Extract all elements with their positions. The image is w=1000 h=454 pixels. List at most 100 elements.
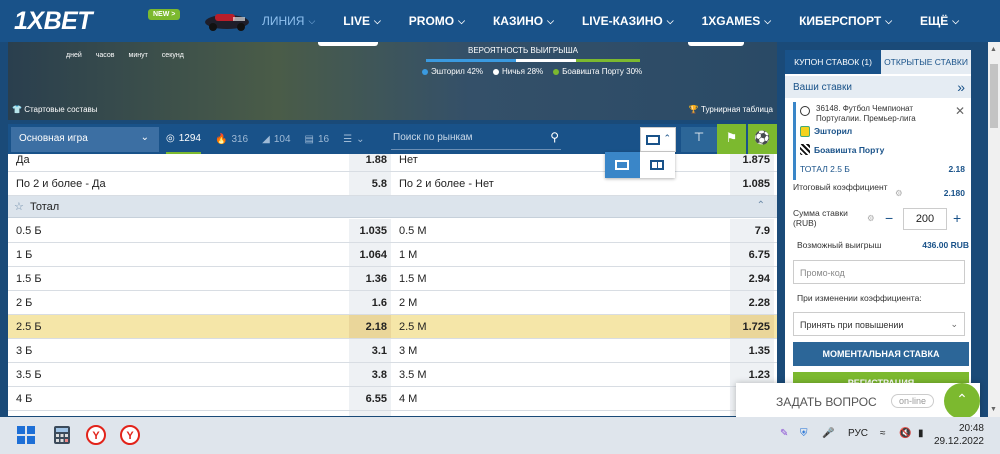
triangle-icon: ◢: [262, 133, 270, 145]
double-chevron-right-icon[interactable]: »: [957, 79, 965, 95]
nav-promo[interactable]: PROMO ⌵: [409, 14, 465, 28]
yandex-browser-icon[interactable]: Y: [120, 425, 140, 445]
collapse-all-button[interactable]: ⊤: [681, 127, 717, 152]
field-view-button[interactable]: ⚑: [717, 124, 746, 154]
legend-away: Боавишта Порту 30%: [553, 67, 642, 76]
plus-icon[interactable]: +: [953, 210, 967, 226]
nav-live-casino[interactable]: LIVE-КАЗИНО ⌵: [582, 14, 674, 28]
lineups-link[interactable]: 👕 Стартовые составы: [12, 105, 98, 114]
your-bets-header[interactable]: Ваши ставки »: [785, 76, 971, 98]
new-badge[interactable]: NEW >: [148, 9, 181, 20]
scroll-up-icon[interactable]: ▲: [990, 46, 997, 53]
market-group-header[interactable]: ☆ Тотал ⌃: [8, 196, 777, 218]
game-type-dropdown[interactable]: Основная игра ⌄: [11, 127, 159, 152]
tab-open-bets[interactable]: ОТКРЫТЫЕ СТАВКИ: [881, 50, 971, 74]
chevron-down-icon: ⌄: [140, 132, 149, 143]
odd-right[interactable]: 1.875: [730, 154, 774, 171]
chevron-up-icon[interactable]: ⌃: [757, 200, 765, 211]
outcome-name-right: 2.5 М: [399, 321, 427, 333]
outcome-name-left: По 2 и более - Да: [16, 178, 106, 190]
odd-right[interactable]: 1.085: [730, 172, 774, 195]
gear-icon[interactable]: ⚙: [895, 188, 915, 199]
list-icon: ☰: [343, 133, 353, 145]
minus-icon[interactable]: −: [885, 210, 899, 226]
odd-right[interactable]: 1.725: [730, 315, 774, 338]
nav-1xgames[interactable]: 1XGAMES ⌵: [702, 14, 772, 28]
odd-left[interactable]: 5.8: [349, 172, 391, 195]
outcome-name-left: 3.5 Б: [16, 369, 42, 381]
odd-right[interactable]: 1.35: [730, 339, 774, 362]
calculator-icon[interactable]: [52, 425, 72, 445]
counter-triangle[interactable]: ◢ 104: [262, 124, 290, 154]
odd-left[interactable]: 1.36: [349, 267, 391, 290]
odd-left[interactable]: 2.18: [349, 315, 391, 338]
match-info: 36148. Футбол Чемпионат Португалии. Прем…: [816, 104, 916, 123]
win-probability-bar: [426, 59, 640, 62]
trophy-icon: 🏆: [688, 105, 699, 114]
odd-left[interactable]: 1.88: [349, 154, 391, 171]
single-column-option[interactable]: [605, 152, 640, 178]
market-search-input[interactable]: Поиск по рынкам ⚲: [391, 128, 561, 150]
banner-links: 👕 Стартовые составы 🏆 Турнирная таблица: [8, 100, 777, 120]
wifi-icon[interactable]: ≈: [880, 428, 886, 439]
chevron-up-icon[interactable]: ⌃: [944, 383, 980, 419]
language-indicator[interactable]: РУС: [848, 428, 868, 439]
counter-list[interactable]: ☰ ⌄: [343, 124, 364, 154]
promo-code-input[interactable]: Промо-код: [793, 260, 965, 284]
probability-segment: [575, 59, 640, 62]
odd-left[interactable]: 1.035: [349, 219, 391, 242]
odd-left[interactable]: 7.2: [349, 411, 391, 416]
nav-casino[interactable]: КАЗИНО ⌵: [493, 14, 554, 28]
odd-left[interactable]: 3.8: [349, 363, 391, 386]
counter-popular[interactable]: 🔥 316: [215, 124, 248, 154]
star-icon[interactable]: ☆: [14, 200, 24, 213]
banner-tab-button[interactable]: [318, 42, 378, 46]
shield-icon[interactable]: ⛨: [800, 428, 808, 439]
nav-more[interactable]: ЕЩЁ ⌵: [920, 14, 959, 28]
market-row: 4.5 Б7.24.5 М: [8, 411, 777, 416]
odd-right[interactable]: 6.75: [730, 243, 774, 266]
ask-question-widget[interactable]: ЗАДАТЬ ВОПРОС on-line ⌃: [736, 383, 980, 419]
odd-left[interactable]: 6.55: [349, 387, 391, 410]
nav-line[interactable]: ЛИНИЯ ⌵: [262, 14, 315, 28]
counter-all[interactable]: ◎ 1294: [166, 124, 201, 154]
stake-input[interactable]: 200: [903, 208, 947, 230]
odd-left[interactable]: 1.064: [349, 243, 391, 266]
quick-bet-button[interactable]: МОМЕНТАЛЬНАЯ СТАВКА: [793, 342, 969, 366]
total-coef-label: Итоговый коэффициент: [793, 182, 888, 192]
yandex-browser-icon[interactable]: Y: [86, 425, 106, 445]
battery-icon[interactable]: ▮: [918, 428, 924, 439]
market-row: 0.5 Б 1.035 0.5 М 7.9: [8, 219, 777, 243]
odd-right[interactable]: 7.9: [730, 219, 774, 242]
possible-win-row: Возможный выигрыш 436.00 RUB: [797, 240, 969, 250]
brand-logo[interactable]: 1XBET: [14, 7, 93, 36]
live-tracker-button[interactable]: ⚽: [748, 124, 777, 154]
nav-live[interactable]: LIVE ⌵: [343, 14, 381, 28]
odd-left[interactable]: 3.1: [349, 339, 391, 362]
odds-change-select[interactable]: Принять при повышении ⌄: [793, 312, 965, 336]
team1-name: Эшторил: [814, 126, 853, 136]
microphone-icon[interactable]: 🎤: [822, 428, 834, 439]
pen-icon[interactable]: ✎: [780, 428, 788, 439]
odd-left[interactable]: 1.6: [349, 291, 391, 314]
outcome-name-left: 2 Б: [16, 297, 33, 309]
nav-esports[interactable]: КИБЕРСПОРТ ⌵: [799, 14, 892, 28]
banner-tab-button[interactable]: [688, 42, 744, 46]
standings-link[interactable]: 🏆 Турнирная таблица: [689, 105, 773, 114]
scroll-down-icon[interactable]: ▼: [990, 406, 997, 413]
odd-right[interactable]: 2.28: [730, 291, 774, 314]
scrollbar-thumb[interactable]: [990, 64, 998, 128]
tab-coupon[interactable]: КУПОН СТАВОК (1): [785, 50, 881, 74]
speaker-muted-icon[interactable]: 🔇: [899, 428, 911, 439]
gear-icon[interactable]: ⚙: [867, 213, 881, 224]
close-icon[interactable]: ✕: [955, 104, 965, 118]
probability-segment: [515, 59, 576, 62]
counter-bars[interactable]: ▤ 16: [305, 124, 330, 154]
page-scrollbar[interactable]: ▲ ▼: [988, 42, 1000, 417]
windows-start-icon[interactable]: [16, 425, 36, 445]
team2-crest-icon: [800, 144, 810, 155]
system-clock[interactable]: 20:48 29.12.2022: [934, 422, 984, 448]
odd-right[interactable]: 2.94: [730, 267, 774, 290]
race-car-icon[interactable]: [203, 8, 251, 32]
view-mode-button[interactable]: ⌃: [640, 127, 676, 152]
